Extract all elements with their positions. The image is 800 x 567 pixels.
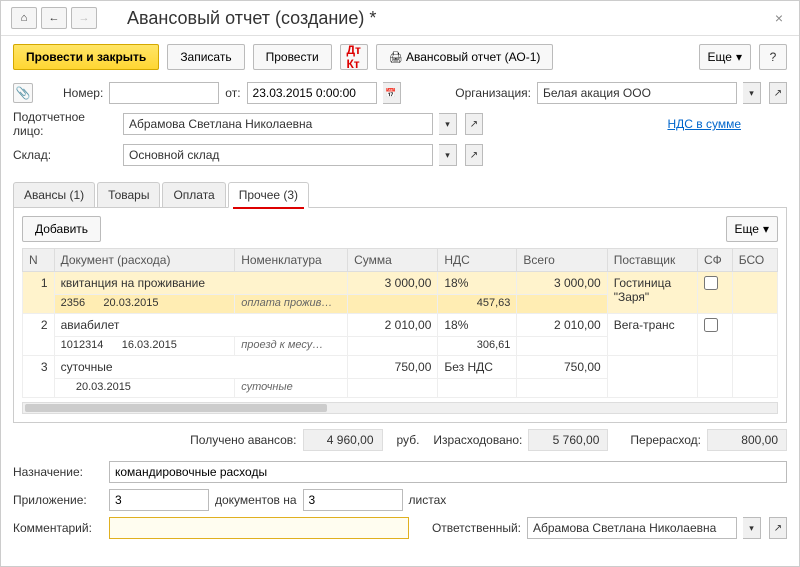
person-open-button[interactable]: ↗ bbox=[465, 113, 483, 135]
forward-button[interactable]: → bbox=[71, 7, 97, 29]
sf-checkbox[interactable] bbox=[704, 276, 718, 290]
horizontal-scrollbar[interactable] bbox=[22, 402, 778, 414]
date-picker-button[interactable]: 📅 bbox=[383, 82, 401, 104]
back-button[interactable]: ← bbox=[41, 7, 67, 29]
attach-sheets-input[interactable] bbox=[303, 489, 403, 511]
warehouse-dropdown-button[interactable]: ▾ bbox=[439, 144, 457, 166]
table-more-button[interactable]: Еще ▾ bbox=[726, 216, 778, 242]
overrun-label: Перерасход: bbox=[630, 433, 701, 447]
more-button[interactable]: Еще ▾ bbox=[699, 44, 751, 70]
org-select[interactable]: Белая акация ООО bbox=[537, 82, 737, 104]
org-open-button[interactable]: ↗ bbox=[769, 82, 787, 104]
org-dropdown-button[interactable]: ▾ bbox=[743, 82, 761, 104]
number-label: Номер: bbox=[63, 86, 103, 100]
chevron-down-icon: ▾ bbox=[736, 50, 742, 64]
date-input[interactable] bbox=[247, 82, 377, 104]
col-vat: НДС bbox=[438, 249, 517, 272]
warehouse-open-button[interactable]: ↗ bbox=[465, 144, 483, 166]
warehouse-label: Склад: bbox=[13, 148, 117, 162]
table-row[interactable]: 2 авиабилет 2 010,00 18% 2 010,00 Вега-т… bbox=[23, 314, 778, 337]
person-select[interactable]: Абрамова Светлана Николаевна bbox=[123, 113, 433, 135]
col-n: N bbox=[23, 249, 55, 272]
comment-label: Комментарий: bbox=[13, 521, 103, 535]
responsible-label: Ответственный: bbox=[432, 521, 521, 535]
vat-mode-link[interactable]: НДС в сумме bbox=[667, 117, 741, 131]
overrun-value: 800,00 bbox=[707, 429, 787, 451]
chevron-down-icon: ▾ bbox=[763, 222, 769, 236]
purpose-label: Назначение: bbox=[13, 465, 103, 479]
responsible-select[interactable]: Абрамова Светлана Николаевна bbox=[527, 517, 737, 539]
add-row-button[interactable]: Добавить bbox=[22, 216, 101, 242]
warehouse-select[interactable]: Основной склад bbox=[123, 144, 433, 166]
print-report-button[interactable]: 🖨 Авансовый отчет (АО-1) bbox=[376, 44, 554, 70]
purpose-input[interactable] bbox=[109, 461, 787, 483]
debit-credit-icon[interactable]: ДтКт bbox=[340, 44, 368, 70]
received-label: Получено авансов: bbox=[190, 433, 296, 447]
sf-checkbox[interactable] bbox=[704, 318, 718, 332]
titlebar: ⌂ ← → Авансовый отчет (создание) * × bbox=[1, 1, 799, 36]
window-title: Авансовый отчет (создание) * bbox=[127, 8, 376, 29]
post-and-close-button[interactable]: Провести и закрыть bbox=[13, 44, 159, 70]
attach-label: Приложение: bbox=[13, 493, 103, 507]
received-value: 4 960,00 bbox=[303, 429, 383, 451]
org-label: Организация: bbox=[455, 86, 531, 100]
tab-other[interactable]: Прочее (3) bbox=[228, 182, 309, 208]
tab-goods[interactable]: Товары bbox=[97, 182, 160, 207]
date-label: от: bbox=[225, 86, 240, 100]
attach-docs-input[interactable] bbox=[109, 489, 209, 511]
printer-icon: 🖨 bbox=[389, 52, 403, 64]
tab-payment[interactable]: Оплата bbox=[162, 182, 225, 207]
col-bso: БСО bbox=[732, 249, 777, 272]
expenses-table: N Документ (расхода) Номенклатура Сумма … bbox=[22, 248, 778, 398]
spent-label: Израсходовано: bbox=[433, 433, 522, 447]
table-row[interactable]: 3 суточные 750,00 Без НДС 750,00 bbox=[23, 356, 778, 379]
person-label: Подотчетное лицо: bbox=[13, 110, 117, 138]
col-sum: Сумма bbox=[348, 249, 438, 272]
number-input[interactable] bbox=[109, 82, 219, 104]
tab-advances[interactable]: Авансы (1) bbox=[13, 182, 95, 207]
attachment-icon[interactable]: 📎 bbox=[13, 83, 33, 103]
col-doc: Документ (расхода) bbox=[54, 249, 235, 272]
col-supplier: Поставщик bbox=[607, 249, 697, 272]
col-sf: СФ bbox=[697, 249, 732, 272]
close-button[interactable]: × bbox=[769, 8, 789, 28]
comment-input[interactable] bbox=[109, 517, 409, 539]
post-button[interactable]: Провести bbox=[253, 44, 332, 70]
person-dropdown-button[interactable]: ▾ bbox=[439, 113, 457, 135]
responsible-open-button[interactable]: ↗ bbox=[769, 517, 787, 539]
table-row[interactable]: 1 квитанция на проживание 3 000,00 18% 3… bbox=[23, 272, 778, 295]
home-button[interactable]: ⌂ bbox=[11, 7, 37, 29]
save-button[interactable]: Записать bbox=[167, 44, 244, 70]
spent-value: 5 760,00 bbox=[528, 429, 608, 451]
col-total: Всего bbox=[517, 249, 607, 272]
col-nomen: Номенклатура bbox=[235, 249, 348, 272]
responsible-dropdown-button[interactable]: ▾ bbox=[743, 517, 761, 539]
help-button[interactable]: ? bbox=[759, 44, 787, 70]
